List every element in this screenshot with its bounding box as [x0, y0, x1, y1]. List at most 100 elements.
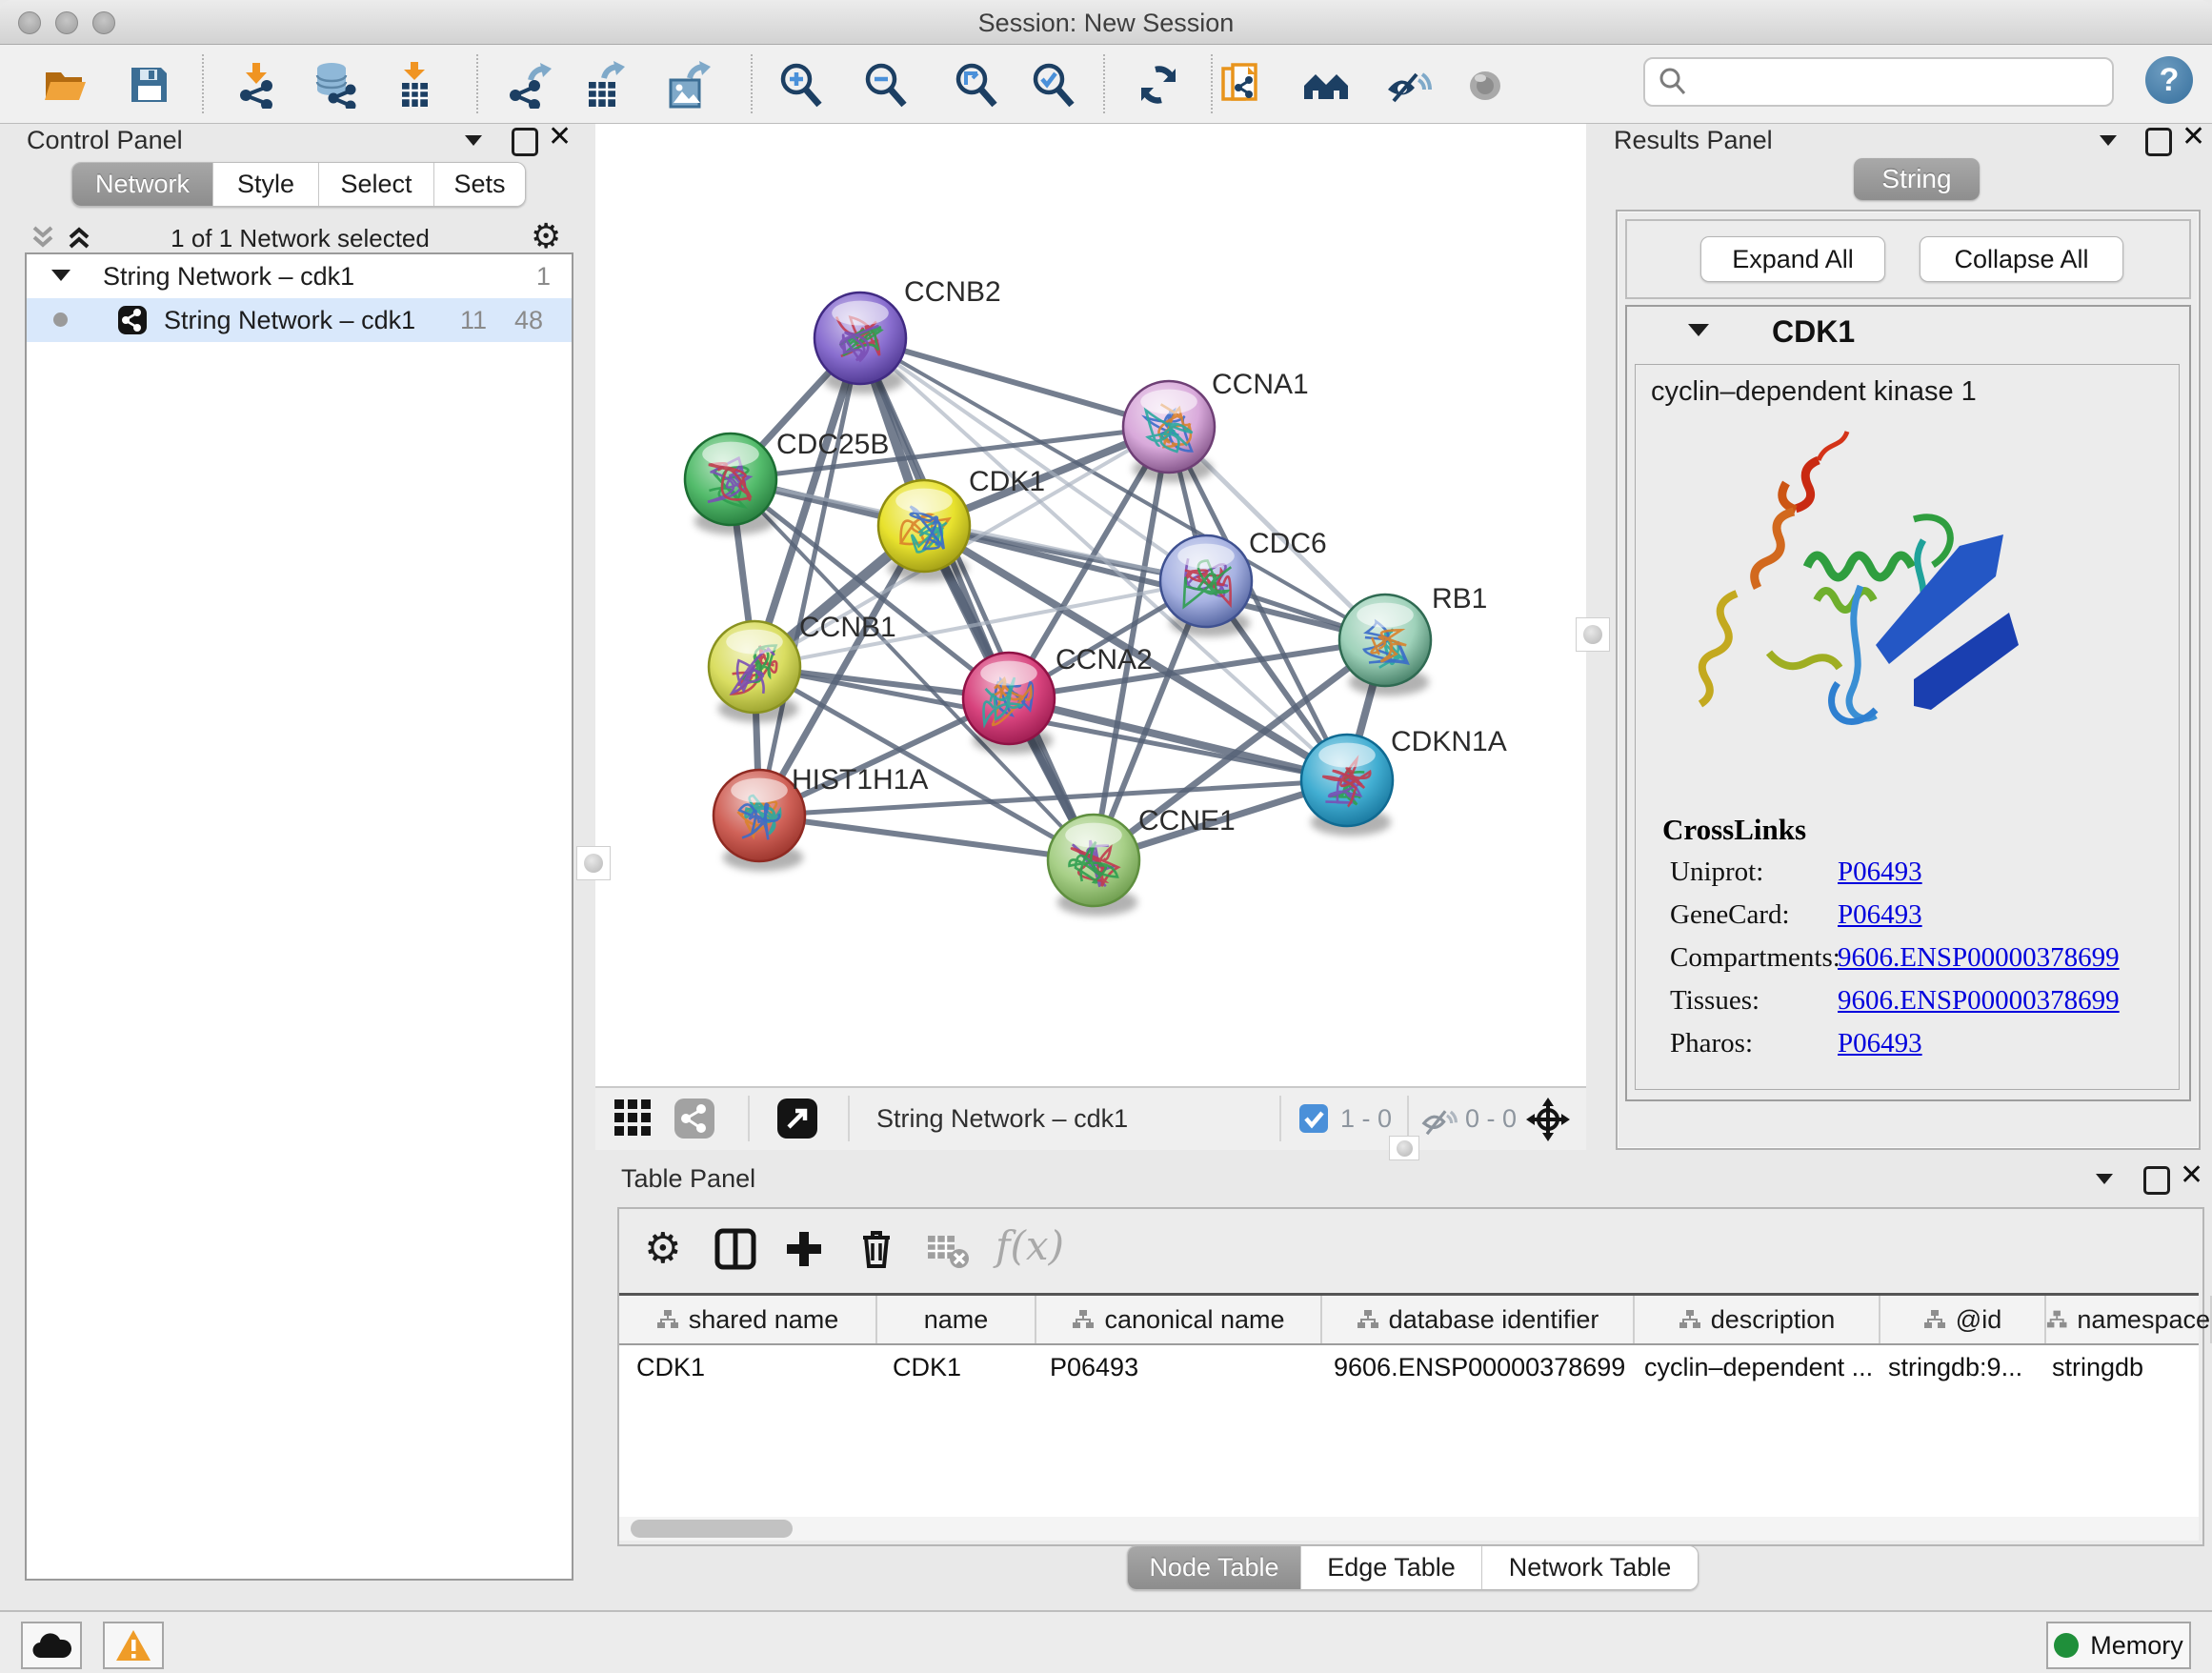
import-database-icon[interactable] [312, 61, 360, 109]
network-node-HIST1H1A[interactable]: HIST1H1A [714, 764, 928, 871]
crosslink-link[interactable]: P06493 [1838, 857, 1922, 888]
close-panel-icon[interactable]: ✕ [2182, 126, 2210, 151]
column-header-database-identifier[interactable]: database identifier [1322, 1296, 1635, 1343]
close-panel-icon[interactable]: ✕ [2180, 1164, 2208, 1189]
table-cell[interactable]: CDK1 [619, 1345, 875, 1517]
zoom-selected-icon[interactable] [1030, 61, 1077, 109]
crosslink-link[interactable]: P06493 [1838, 899, 1922, 931]
show-all-icon[interactable] [1461, 61, 1509, 109]
table-cell[interactable]: stringdb [2035, 1345, 2199, 1517]
table-cell[interactable]: P06493 [1033, 1345, 1317, 1517]
column-header-namespace[interactable]: namespace [2046, 1296, 2212, 1343]
delete-icon[interactable] [855, 1228, 897, 1270]
panel-menu-icon[interactable] [2096, 1172, 2124, 1197]
network-row[interactable]: String Network – cdk1 11 48 [27, 298, 572, 342]
save-icon[interactable] [125, 61, 172, 109]
cloud-button[interactable] [21, 1622, 82, 1669]
tab-edge-table[interactable]: Edge Table [1301, 1546, 1482, 1589]
delete-table-icon[interactable] [926, 1232, 970, 1270]
table-horizontal-scrollbar[interactable] [619, 1517, 2199, 1541]
network-node-RB1[interactable]: RB1 [1339, 583, 1487, 695]
float-panel-icon[interactable] [512, 128, 540, 152]
network-node-CCNA1[interactable]: CCNA1 [1123, 369, 1309, 482]
hide-selected-icon[interactable] [1384, 61, 1432, 109]
table-cell[interactable]: CDK1 [875, 1345, 1033, 1517]
node-gloss-highlight [726, 630, 783, 655]
zoom-in-icon[interactable] [777, 61, 825, 109]
table-gear-icon[interactable]: ⚙ [644, 1224, 681, 1273]
network-edge-CCNB2-HIST1H1A[interactable] [759, 338, 860, 816]
column-header-description[interactable]: description [1635, 1296, 1880, 1343]
network-node-CCNB2[interactable]: CCNB2 [814, 276, 1001, 393]
column-header--id[interactable]: @id [1880, 1296, 2046, 1343]
network-node-CDKN1A[interactable]: CDKN1A [1301, 726, 1507, 836]
network-edge-HIST1H1A-CCNE1[interactable] [759, 816, 1094, 860]
collection-expander-icon[interactable] [51, 270, 70, 281]
panel-menu-icon[interactable] [2100, 133, 2128, 158]
network-canvas[interactable]: CCNB2CCNA1CDC25BCDK1CDC6RB1CCNB1CCNA2CDK… [595, 124, 1586, 1086]
table-toolbar: ⚙ f(x) [619, 1209, 2202, 1291]
refresh-icon[interactable] [1135, 61, 1182, 109]
control-panel: Control Panel ✕ NetworkStyleSelectSets 1… [11, 124, 589, 1580]
network-collection-row[interactable]: String Network – cdk1 1 [27, 254, 572, 298]
close-panel-icon[interactable]: ✕ [548, 126, 576, 151]
table-cell[interactable]: 9606.ENSP00000378699 [1317, 1345, 1627, 1517]
export-table-icon[interactable] [581, 61, 629, 109]
tab-network[interactable]: Network [72, 163, 213, 206]
network-node-CCNE1[interactable]: CCNE1 [1048, 805, 1236, 916]
tab-string[interactable]: String [1854, 158, 1980, 200]
column-header-name[interactable]: name [877, 1296, 1036, 1343]
float-panel-icon[interactable] [2145, 128, 2174, 152]
tab-network-table[interactable]: Network Table [1482, 1546, 1698, 1589]
panel-menu-icon[interactable] [465, 133, 493, 158]
memory-button[interactable]: Memory [2046, 1622, 2191, 1669]
tab-style[interactable]: Style [213, 163, 319, 206]
network-options-gear-icon[interactable]: ⚙ [531, 217, 561, 256]
tab-select[interactable]: Select [319, 163, 434, 206]
column-header-canonical-name[interactable]: canonical name [1036, 1296, 1322, 1343]
import-table-icon[interactable] [391, 61, 438, 109]
open-folder-icon[interactable] [41, 61, 89, 109]
expand-all-button[interactable]: Expand All [1700, 236, 1885, 282]
tab-node-table[interactable]: Node Table [1128, 1546, 1301, 1589]
right-splitter-handle[interactable] [1576, 617, 1610, 652]
export-image-icon[interactable] [665, 61, 713, 109]
export-network-icon[interactable] [506, 61, 553, 109]
left-splitter-handle[interactable] [576, 846, 611, 880]
crosslink-link[interactable]: 9606.ENSP00000378699 [1838, 985, 2120, 1017]
network-node-CCNB1[interactable]: CCNB1 [709, 612, 896, 722]
crosslink-link[interactable]: P06493 [1838, 1028, 1922, 1059]
float-panel-icon[interactable] [2143, 1166, 2172, 1191]
clone-network-icon[interactable] [1219, 61, 1267, 109]
columns-icon[interactable] [714, 1228, 756, 1270]
add-column-icon[interactable] [783, 1228, 825, 1270]
selected-checkbox-icon[interactable] [1298, 1103, 1329, 1134]
birdseye-icon[interactable] [1524, 1096, 1572, 1143]
table-cell[interactable]: stringdb:9... [1871, 1345, 2035, 1517]
warning-button[interactable] [103, 1622, 164, 1669]
open-external-icon[interactable] [776, 1098, 818, 1139]
home-network-icon[interactable] [1302, 61, 1350, 109]
collapse-all-button[interactable]: Collapse All [1920, 236, 2123, 282]
bottom-splitter-handle[interactable] [1389, 1136, 1419, 1160]
search-input[interactable] [1695, 67, 2112, 98]
import-network-icon[interactable] [232, 61, 280, 109]
tab-sets[interactable]: Sets [434, 163, 525, 206]
crosslink-link[interactable]: 9606.ENSP00000378699 [1838, 942, 2120, 974]
column-header-shared-name[interactable]: shared name [619, 1296, 877, 1343]
zoom-out-icon[interactable] [862, 61, 910, 109]
grid-view-icon[interactable] [613, 1098, 654, 1139]
table-cell[interactable]: cyclin–dependent ... [1627, 1345, 1871, 1517]
table-row[interactable]: CDK1CDK1P064939606.ENSP00000378699cyclin… [619, 1345, 2199, 1517]
share-network-icon[interactable] [674, 1098, 715, 1139]
section-expander-icon[interactable] [1688, 324, 1709, 336]
hidden-eye-icon[interactable] [1419, 1100, 1458, 1139]
help-icon[interactable]: ? [2145, 56, 2193, 104]
network-node-CDC25B[interactable]: CDC25B [685, 429, 889, 534]
scrollbar-thumb[interactable] [631, 1520, 793, 1538]
network-node-CDK1[interactable]: CDK1 [878, 466, 1045, 581]
function-icon[interactable]: f(x) [995, 1222, 1064, 1269]
crosslink-label: Tissues: [1670, 985, 1760, 1017]
crosslink-label: Pharos: [1670, 1028, 1753, 1059]
zoom-fit-icon[interactable] [953, 61, 1000, 109]
